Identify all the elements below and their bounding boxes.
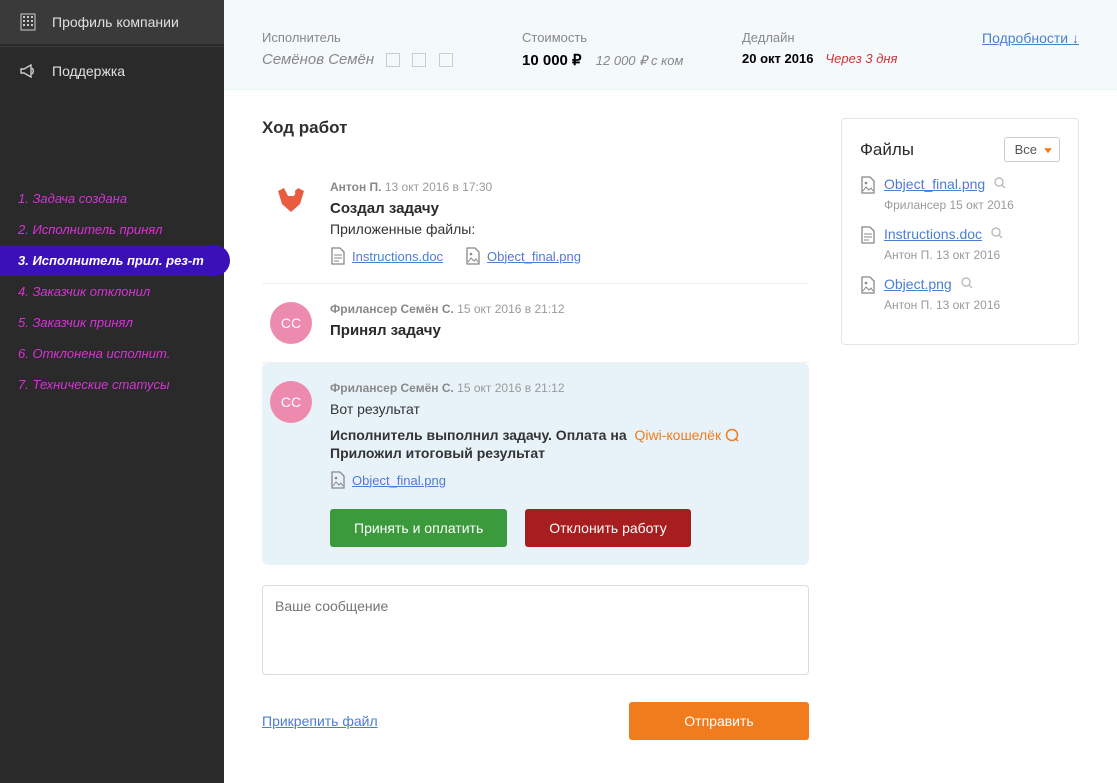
step-2[interactable]: 2. Исполнитель принял: [0, 214, 224, 245]
attachment[interactable]: Object_final.png: [465, 247, 581, 265]
accept-button[interactable]: Принять и оплатить: [330, 509, 507, 547]
step-1[interactable]: 1. Задача создана: [0, 183, 224, 214]
attachment[interactable]: Instructions.doc: [330, 247, 443, 265]
details-link[interactable]: Подробности ↓: [982, 30, 1079, 46]
task-header: Исполнитель Семёнов Семён Стоимость 10 0…: [224, 0, 1117, 90]
file-block: Object_final.png Фрилансер 15 окт 2016: [860, 176, 1060, 212]
file-link[interactable]: Object_final.png: [884, 176, 985, 192]
sidebar: Профиль компании Поддержка 1. Задача соз…: [0, 0, 224, 783]
step-7[interactable]: 7. Технические статусы: [0, 369, 224, 400]
doc-file-icon: [860, 226, 876, 244]
magnifier-icon[interactable]: [993, 176, 1007, 190]
step-3[interactable]: 3. Исполнитель прил. рез-т: [0, 245, 230, 276]
deadline-value: 20 окт 2016 Через 3 дня: [742, 51, 898, 66]
attach-link[interactable]: Object_final.png: [352, 473, 446, 488]
step-6[interactable]: 6. Отклонена исполнит.: [0, 338, 224, 369]
file-meta: Антон П. 13 окт 2016: [884, 298, 1060, 312]
feed-item: Антон П. 13 окт 2016 в 17:30 Создал зада…: [262, 162, 809, 284]
aside-title: Файлы: [860, 140, 914, 160]
image-file-icon: [465, 247, 481, 265]
attach-link[interactable]: Object_final.png: [487, 249, 581, 264]
deadline-label: Дедлайн: [742, 30, 898, 45]
file-link[interactable]: Instructions.doc: [884, 226, 982, 242]
file-block: Instructions.doc Антон П. 13 окт 2016: [860, 226, 1060, 262]
nav-support[interactable]: Поддержка: [0, 49, 224, 93]
file-meta: Антон П. 13 окт 2016: [884, 248, 1060, 262]
file-block: Object.png Антон П. 13 окт 2016: [860, 276, 1060, 312]
header-cost: Стоимость 10 000 ₽ 12 000 ₽ с ком: [522, 30, 742, 69]
magnifier-icon[interactable]: [960, 276, 974, 290]
composer: Прикрепить файл Отправить: [262, 585, 809, 740]
image-file-icon: [860, 176, 876, 194]
avatar-initials: СС: [270, 381, 312, 423]
feed-meta: Фрилансер Семён С. 15 окт 2016 в 21:12: [330, 381, 791, 395]
steps-list: 1. Задача создана 2. Исполнитель принял …: [0, 183, 224, 400]
step-5[interactable]: 5. Заказчик принял: [0, 307, 224, 338]
contact-icon-1[interactable]: [386, 53, 400, 67]
reject-button[interactable]: Отклонить работу: [525, 509, 690, 547]
contact-icon-3[interactable]: [439, 53, 453, 67]
feed-column: Ход работ Антон П. 13 окт 2016 в 17:30 С…: [262, 118, 809, 783]
qiwi-label: Qiwi-кошелёк: [635, 427, 739, 443]
executor-value: Семёнов Семён: [262, 51, 522, 68]
feed-item-highlight: СС Фрилансер Семён С. 15 окт 2016 в 21:1…: [262, 363, 809, 565]
image-file-icon: [330, 471, 346, 489]
feed-subtitle: Приложенные файлы:: [330, 221, 791, 237]
result-line: Приложил итоговый результат: [330, 445, 791, 461]
feed-title: Принял задачу: [330, 322, 791, 339]
payment-line: Исполнитель выполнил задачу. Оплата на Q…: [330, 427, 791, 443]
image-file-icon: [860, 276, 876, 294]
files-filter-select[interactable]: Все: [1004, 137, 1060, 162]
feed-title: Создал задачу: [330, 200, 791, 217]
header-executor: Исполнитель Семёнов Семён: [262, 30, 522, 68]
feed-meta: Фрилансер Семён С. 15 окт 2016 в 21:12: [330, 302, 791, 316]
header-deadline: Дедлайн 20 окт 2016 Через 3 дня: [742, 30, 898, 66]
files-aside: Файлы Все Object_final.png: [841, 118, 1079, 783]
cost-value: 10 000 ₽ 12 000 ₽ с ком: [522, 51, 742, 69]
executor-label: Исполнитель: [262, 30, 522, 45]
contact-icon-2[interactable]: [412, 53, 426, 67]
attach-file-link[interactable]: Прикрепить файл: [262, 713, 378, 729]
feed-item: СС Фрилансер Семён С. 15 окт 2016 в 21:1…: [262, 284, 809, 363]
feed-text: Вот результат: [330, 401, 791, 417]
nav-label: Поддержка: [52, 63, 125, 79]
step-4[interactable]: 4. Заказчик отклонил: [0, 276, 224, 307]
magnifier-icon[interactable]: [990, 226, 1004, 240]
message-input[interactable]: [262, 585, 809, 675]
main: Исполнитель Семёнов Семён Стоимость 10 0…: [224, 0, 1117, 783]
nav-company-profile[interactable]: Профиль компании: [0, 0, 224, 44]
avatar-fox: [270, 180, 312, 222]
send-button[interactable]: Отправить: [629, 702, 809, 740]
file-meta: Фрилансер 15 окт 2016: [884, 198, 1060, 212]
avatar-initials: СС: [270, 302, 312, 344]
doc-file-icon: [330, 247, 346, 265]
file-link[interactable]: Object.png: [884, 276, 952, 292]
megaphone-icon: [18, 61, 38, 81]
nav-label: Профиль компании: [52, 14, 179, 30]
cost-label: Стоимость: [522, 30, 742, 45]
section-title: Ход работ: [262, 118, 809, 138]
building-icon: [18, 12, 38, 32]
feed-meta: Антон П. 13 окт 2016 в 17:30: [330, 180, 791, 194]
attach-link[interactable]: Instructions.doc: [352, 249, 443, 264]
attachment[interactable]: Object_final.png: [330, 471, 446, 489]
